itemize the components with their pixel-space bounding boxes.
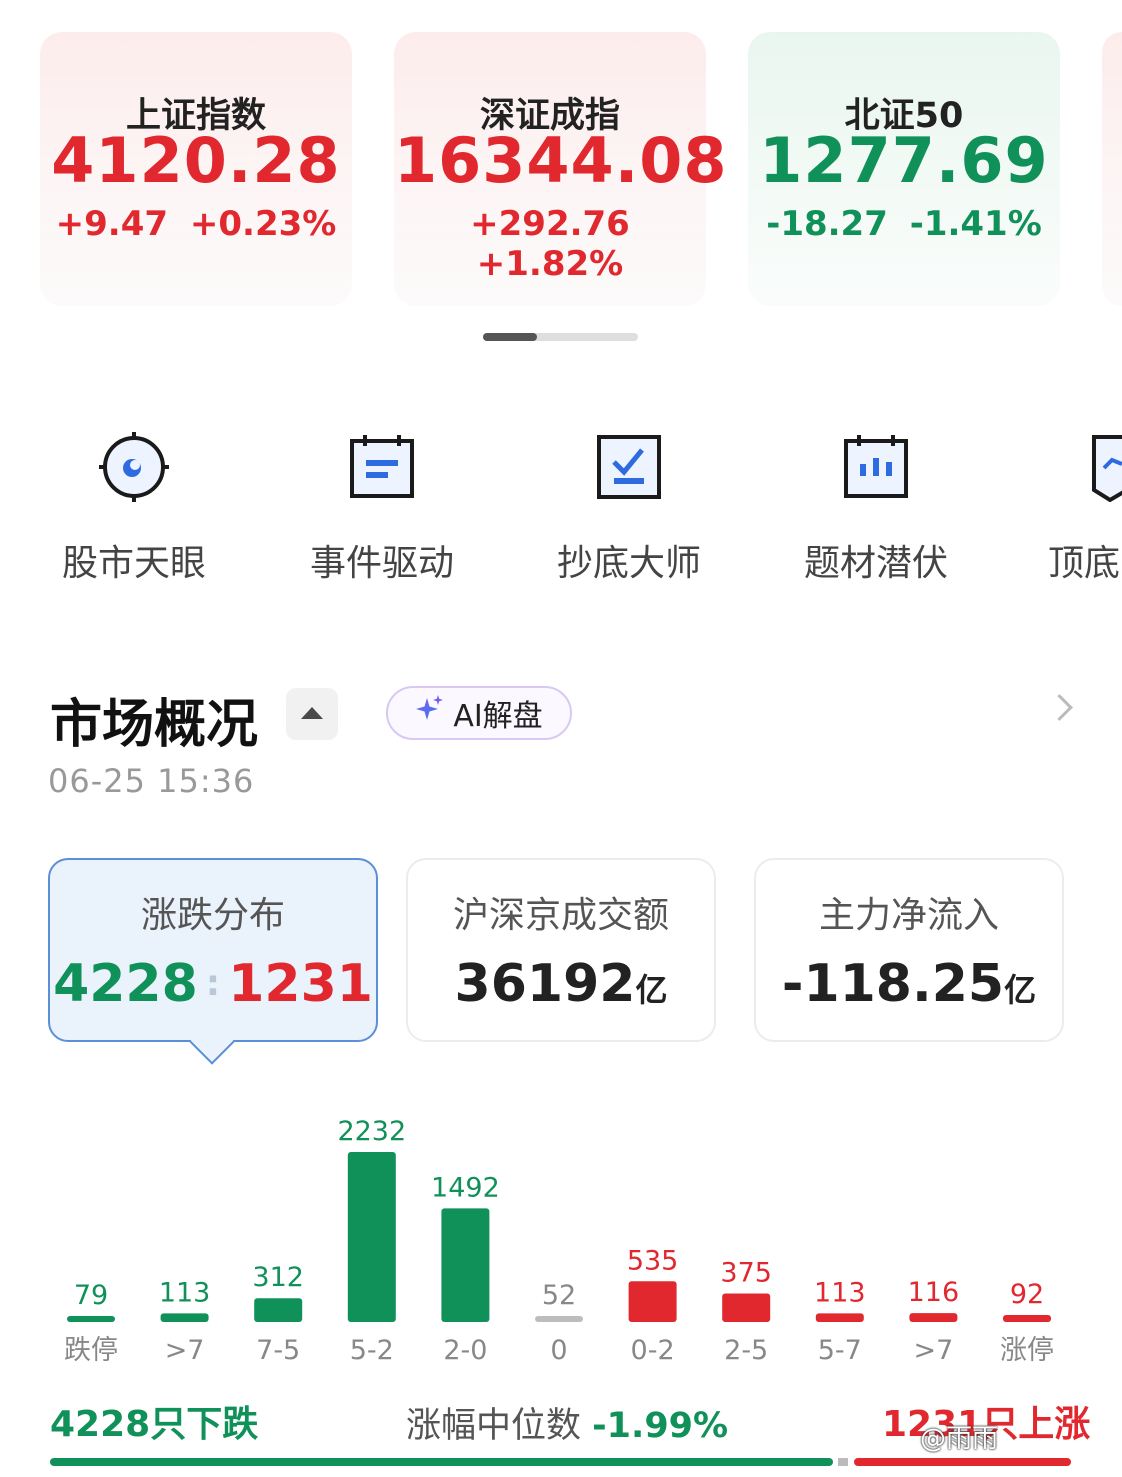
netflow-unit: 亿 bbox=[1004, 971, 1037, 1009]
scroll-thumb bbox=[483, 333, 537, 341]
turnover-value: 36192 bbox=[454, 954, 636, 1014]
index-change-abs: -18.27 bbox=[766, 204, 888, 244]
bar-6 bbox=[628, 1281, 677, 1322]
stat-card-updown[interactable]: 涨跌分布 4228:1231 bbox=[48, 858, 378, 1042]
median-label: 涨幅中位数 bbox=[406, 1406, 582, 1446]
index-change: +9.47 +0.23% bbox=[40, 204, 352, 244]
bar-8 bbox=[815, 1313, 864, 1322]
median-value: -1.99% bbox=[592, 1406, 729, 1446]
bar-9 bbox=[909, 1313, 958, 1322]
bar-7 bbox=[722, 1293, 771, 1322]
bar-0 bbox=[67, 1315, 115, 1322]
bar-value-label: 92 bbox=[1010, 1279, 1044, 1310]
bar-value-label: 2232 bbox=[337, 1116, 406, 1147]
category-label: 跌停 bbox=[64, 1335, 118, 1366]
stat-card-netflow[interactable]: 主力净流入 -118.25亿 bbox=[754, 858, 1064, 1042]
index-scroll-indicator bbox=[483, 333, 638, 341]
index-change: +292.76 +1.82% bbox=[394, 204, 706, 284]
index-value: 16344.08 bbox=[394, 124, 728, 197]
collapse-toggle-button[interactable] bbox=[286, 688, 338, 740]
category-label: 7-5 bbox=[256, 1335, 300, 1366]
category-label: 2-0 bbox=[443, 1335, 487, 1366]
category-label: 0 bbox=[550, 1335, 567, 1366]
category-label: 5-7 bbox=[818, 1335, 862, 1366]
category-label: 涨停 bbox=[1000, 1335, 1054, 1366]
down-count: 4228 bbox=[53, 954, 198, 1014]
stat-card-turnover[interactable]: 沪深京成交额 36192亿 bbox=[406, 858, 716, 1042]
bar-1 bbox=[160, 1313, 209, 1322]
section-title: 市场概况 bbox=[50, 695, 259, 755]
calendar-event-icon bbox=[292, 432, 472, 502]
bar-value-label: 535 bbox=[627, 1245, 679, 1276]
index-change-pct: +1.82% bbox=[476, 244, 624, 284]
index-card-beijing50[interactable]: 北证50 1277.69 -18.27 -1.41% bbox=[748, 32, 1060, 306]
watermark: @雨雨 bbox=[920, 1424, 999, 1454]
index-card-shenzhen[interactable]: 深证成指 16344.08 +292.76 +1.82% bbox=[394, 32, 728, 306]
ai-analysis-button[interactable]: AI解盘 bbox=[386, 686, 572, 740]
category-label: 0-2 bbox=[631, 1335, 675, 1366]
stat-title: 主力净流入 bbox=[818, 895, 999, 936]
index-value: 4120.28 bbox=[51, 124, 341, 197]
bar-value-label: 116 bbox=[908, 1277, 960, 1308]
updown-distribution-chart: 79 跌停 113 >7 312 7-5 2232 5-2 1492 2-0 52 0 535 0-2 37… bbox=[64, 1116, 1054, 1366]
stat-title: 涨跌分布 bbox=[140, 895, 285, 936]
stat-value: 36192亿 bbox=[408, 954, 714, 1014]
sparkle-icon bbox=[415, 694, 445, 732]
update-time: 06-25 15:36 bbox=[48, 762, 255, 800]
tool-top-bottom[interactable]: 顶底 bbox=[1032, 432, 1122, 586]
flat-ratio-bar bbox=[838, 1458, 848, 1466]
index-change: -18.27 -1.41% bbox=[748, 204, 1060, 244]
index-change-abs: +292.76 bbox=[470, 204, 630, 244]
turnover-unit: 亿 bbox=[635, 971, 668, 1009]
tool-market-eye[interactable]: 股市天眼 bbox=[44, 432, 224, 586]
category-label: 5-2 bbox=[350, 1335, 394, 1366]
index-change-pct: +0.23% bbox=[189, 204, 337, 244]
stat-title: 沪深京成交额 bbox=[452, 895, 669, 936]
index-change-abs: +9.47 bbox=[55, 204, 169, 244]
calendar-candles-icon bbox=[786, 432, 966, 502]
down-summary: 4228只下跌 bbox=[50, 1404, 259, 1445]
tool-bottom-fishing[interactable]: 抄底大师 bbox=[539, 432, 719, 586]
chart-check-icon bbox=[539, 432, 719, 502]
up-count: 1231 bbox=[228, 954, 373, 1014]
tool-event-driven[interactable]: 事件驱动 bbox=[292, 432, 472, 586]
tool-label: 题材潜伏 bbox=[803, 543, 948, 584]
bar-2 bbox=[254, 1298, 303, 1322]
index-value: 1277.69 bbox=[759, 124, 1049, 197]
top-bottom-icon bbox=[1032, 432, 1122, 502]
bar-value-label: 52 bbox=[542, 1280, 576, 1311]
ai-button-label: AI解盘 bbox=[453, 699, 543, 734]
median-change: 涨幅中位数 -1.99% bbox=[406, 1397, 728, 1448]
index-card-shanghai[interactable]: 上证指数 4120.28 +9.47 +0.23% bbox=[40, 32, 352, 306]
bar-3 bbox=[347, 1152, 396, 1322]
index-change-pct: -1.41% bbox=[909, 204, 1042, 244]
bar-value-label: 113 bbox=[814, 1277, 866, 1308]
tool-label: 股市天眼 bbox=[61, 543, 206, 584]
netflow-value: -118.25 bbox=[781, 954, 1005, 1014]
tool-theme-ambush[interactable]: 题材潜伏 bbox=[786, 432, 966, 586]
bar-value-label: 79 bbox=[74, 1280, 108, 1311]
tool-label: 顶底 bbox=[1048, 543, 1121, 584]
bar-4 bbox=[441, 1208, 490, 1322]
index-card-partial[interactable] bbox=[1102, 32, 1122, 306]
bar-10 bbox=[1003, 1314, 1051, 1322]
tool-label: 事件驱动 bbox=[309, 543, 454, 584]
chevron-right-icon[interactable] bbox=[1046, 694, 1073, 721]
category-label: 2-5 bbox=[724, 1335, 768, 1366]
stat-value: 4228:1231 bbox=[50, 954, 376, 1014]
tool-label: 抄底大师 bbox=[556, 543, 701, 584]
stat-value: -118.25亿 bbox=[756, 954, 1062, 1014]
bar-value-label: 312 bbox=[252, 1262, 304, 1293]
down-ratio-bar bbox=[50, 1458, 833, 1466]
category-label: >7 bbox=[913, 1335, 953, 1366]
target-eye-icon bbox=[44, 432, 224, 502]
bar-value-label: 375 bbox=[720, 1257, 772, 1288]
bar-value-label: 1492 bbox=[431, 1172, 500, 1203]
up-ratio-bar bbox=[854, 1458, 1071, 1466]
category-label: >7 bbox=[165, 1335, 205, 1366]
bar-5 bbox=[535, 1316, 583, 1322]
ratio-separator: : bbox=[205, 963, 221, 1004]
bar-value-label: 113 bbox=[159, 1277, 211, 1308]
